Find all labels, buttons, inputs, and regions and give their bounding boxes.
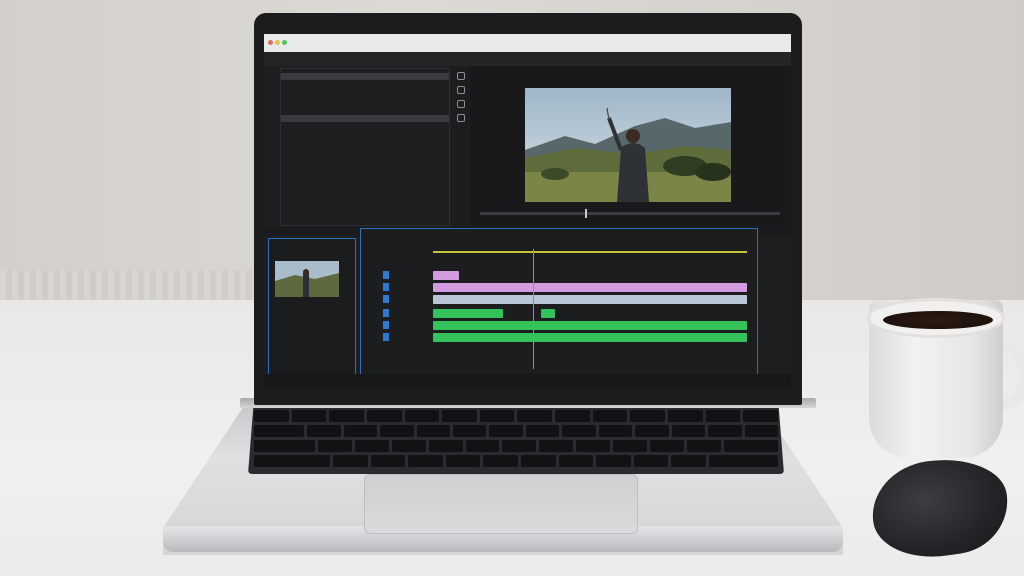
laptop-keyboard [248,406,784,474]
tool-strip [452,66,470,226]
project-item[interactable] [281,108,449,115]
track-header[interactable] [381,321,421,330]
thumbnail-image [275,261,339,297]
track-header[interactable] [381,333,421,342]
window-titlebar [264,34,791,52]
track-lock-icon[interactable] [383,271,389,279]
timeline-panel [360,228,758,378]
coffee-surface [883,311,993,329]
track-header[interactable] [381,309,421,318]
project-item-list [281,73,449,136]
close-dot-icon[interactable] [268,40,273,45]
source-panel-header [269,239,355,243]
track-lock-icon[interactable] [383,283,389,291]
menu-bar [264,52,791,66]
project-item[interactable] [281,80,449,87]
track-header[interactable] [381,295,421,304]
timeline-clip[interactable] [433,333,747,342]
project-item[interactable] [281,73,449,80]
track-lock-icon[interactable] [383,321,389,329]
clip-thumbnail[interactable] [275,261,339,297]
timeline-clip[interactable] [433,283,747,292]
ripple-tool-icon[interactable] [457,86,465,94]
project-panel [280,68,450,226]
source-panel [268,238,356,378]
video-editor-app [264,34,791,386]
project-item[interactable] [281,115,449,122]
laptop-trackpad [364,474,638,534]
monitor-playhead[interactable] [585,209,587,218]
timeline-clip[interactable] [433,309,503,318]
project-item[interactable] [281,87,449,94]
timeline-ruler[interactable] [433,245,747,253]
status-footer [264,374,791,386]
timeline-playhead[interactable] [533,249,535,369]
landscape-with-person-image [525,88,731,202]
project-item[interactable] [281,101,449,108]
timeline-clip[interactable] [433,321,747,330]
program-scrub-bar[interactable] [480,209,780,218]
project-item[interactable] [281,122,449,129]
timeline-clip[interactable] [541,309,555,318]
track-header[interactable] [381,271,421,280]
project-item[interactable] [281,129,449,136]
track-lock-icon[interactable] [383,309,389,317]
program-monitor-header [476,68,484,72]
track-header[interactable] [381,283,421,292]
selection-tool-icon[interactable] [457,72,465,80]
timeline-clip[interactable] [433,271,459,280]
razor-tool-icon[interactable] [457,100,465,108]
minimize-dot-icon[interactable] [275,40,280,45]
hand-tool-icon[interactable] [457,114,465,122]
program-monitor [470,66,791,226]
project-item[interactable] [281,94,449,101]
laptop-screen [264,34,791,386]
track-lock-icon[interactable] [383,295,389,303]
timeline-clip[interactable] [433,295,747,304]
track-lock-icon[interactable] [383,333,389,341]
maximize-dot-icon[interactable] [282,40,287,45]
video-frame [525,88,731,202]
